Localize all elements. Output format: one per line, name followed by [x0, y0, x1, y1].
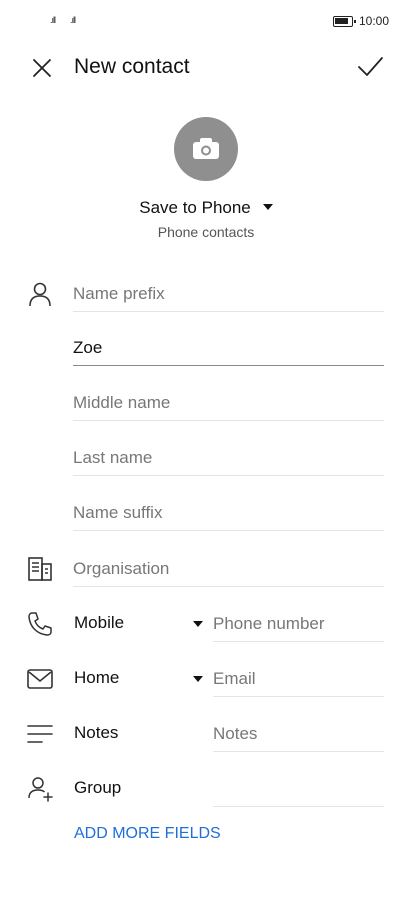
caret-down-icon[interactable]	[193, 621, 203, 627]
camera-icon	[193, 138, 219, 159]
status-time: 10:00	[359, 14, 390, 28]
person-icon	[29, 282, 51, 307]
email-type-selector[interactable]: Home	[74, 668, 119, 688]
last-name-field[interactable]: Last name	[73, 438, 384, 476]
group-field[interactable]	[213, 769, 384, 807]
close-button[interactable]	[26, 52, 58, 84]
status-bar: .ıll .ıll 10:00	[0, 0, 412, 44]
email-field[interactable]: Email	[213, 659, 384, 697]
signal-icon-2: .ıll	[70, 15, 76, 25]
name-suffix-field[interactable]: Name suffix	[73, 493, 384, 531]
account-sublabel: Phone contacts	[157, 224, 255, 240]
phone-number-placeholder: Phone number	[213, 614, 325, 633]
close-icon	[33, 59, 51, 77]
check-icon	[358, 57, 383, 76]
first-name-value: Zoe	[73, 338, 103, 357]
notes-field[interactable]: Notes	[213, 714, 384, 752]
group-add-icon	[28, 777, 53, 802]
middle-name-placeholder: Middle name	[73, 393, 171, 412]
first-name-field[interactable]: Zoe	[73, 328, 384, 366]
middle-name-field[interactable]: Middle name	[73, 383, 384, 421]
add-photo-button[interactable]	[174, 117, 238, 181]
phone-icon	[28, 612, 52, 636]
battery-icon	[333, 16, 356, 27]
signal-icon: .ıll	[50, 15, 56, 25]
email-placeholder: Email	[213, 669, 256, 688]
save-location-selector[interactable]: Save to Phone	[0, 198, 412, 218]
page-title: New contact	[74, 55, 190, 78]
organisation-field[interactable]: Organisation	[73, 549, 384, 587]
notes-placeholder: Notes	[213, 724, 258, 743]
add-more-fields-button[interactable]: ADD MORE FIELDS	[74, 825, 221, 843]
group-label: Group	[74, 778, 122, 797]
caret-down-icon[interactable]	[193, 676, 203, 682]
phone-number-field[interactable]: Phone number	[213, 604, 384, 642]
name-prefix-field[interactable]: Name prefix	[73, 274, 384, 312]
save-location-label: Save to Phone	[139, 198, 251, 217]
last-name-placeholder: Last name	[73, 448, 153, 467]
caret-down-icon	[262, 204, 273, 210]
name-suffix-placeholder: Name suffix	[73, 503, 163, 522]
notes-icon	[27, 725, 53, 743]
save-contact-button[interactable]	[352, 50, 388, 84]
organisation-icon	[28, 557, 52, 581]
name-prefix-placeholder: Name prefix	[73, 284, 165, 303]
email-icon	[27, 669, 53, 689]
organisation-placeholder: Organisation	[73, 559, 170, 578]
phone-type-selector[interactable]: Mobile	[74, 613, 124, 633]
notes-label: Notes	[74, 723, 119, 742]
